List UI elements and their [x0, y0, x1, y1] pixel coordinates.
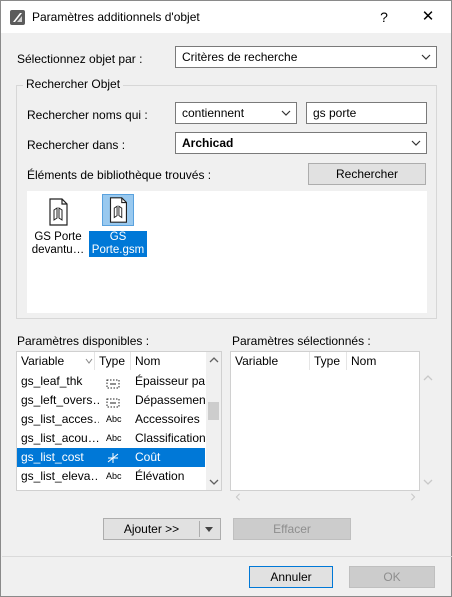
found-item-gs-porte-gsm[interactable]: GS Porte.gsm [89, 194, 147, 258]
search-in-label: Rechercher dans : [27, 138, 126, 152]
match-mode-value: contiennent [182, 106, 245, 120]
scroll-up-arrow-icon[interactable] [209, 356, 219, 364]
found-item-gs-porte-devanture[interactable]: GS Porte devantu… [29, 196, 87, 258]
selected-params-list[interactable]: Variable Type Nom [230, 351, 420, 491]
row-name: Élévation [135, 469, 185, 483]
found-items-panel[interactable]: GS Porte devantu… GS Porte.gsm [27, 191, 427, 313]
search-names-label: Rechercher noms qui : [27, 108, 148, 122]
door-object-icon [102, 194, 134, 226]
column-header-variable[interactable]: Variable [231, 352, 310, 370]
close-button[interactable]: ✕ [416, 7, 440, 27]
title-bar[interactable]: Paramètres additionnels d'objet ? ✕ [1, 1, 451, 33]
footer-divider [2, 556, 452, 557]
available-params-list[interactable]: Variable Type Nom gs_leaf_thk Épaisseur … [16, 351, 222, 491]
scroll-left-arrow-icon[interactable] [233, 493, 243, 501]
search-location-dropdown[interactable]: Archicad [175, 132, 427, 154]
column-header-type[interactable]: Type [95, 352, 131, 370]
row-name: Dépassemen… [135, 393, 205, 407]
row-name: Classification. [135, 431, 205, 445]
table-row[interactable]: gs_list_acces… Abc Accessoires [17, 410, 205, 429]
table-row[interactable]: gs_list_acou… Abc Classification. [17, 429, 205, 448]
found-item-line2: devantu… [31, 244, 85, 256]
chevron-down-icon [411, 140, 421, 146]
table-row[interactable]: gs_leaf_thk Épaisseur pa… [17, 372, 205, 391]
row-variable: gs_list_eleva… [21, 469, 99, 483]
column-header-name[interactable]: Nom [347, 352, 419, 370]
dialog-window: Paramètres additionnels d'objet ? ✕ Séle… [0, 0, 452, 597]
row-name: Accessoires [135, 412, 200, 426]
scroll-up-arrow-icon[interactable] [423, 374, 433, 382]
row-variable: gs_list_acou… [21, 431, 99, 445]
row-name: Coût [135, 450, 161, 464]
add-split-button[interactable]: Ajouter >> [103, 518, 221, 540]
table-row[interactable]: gs_left_overs… Dépassemen… [17, 391, 205, 410]
table-row[interactable]: gs_list_eleva… Abc Élévation [17, 467, 205, 486]
column-label: Variable [21, 354, 65, 368]
select-by-dropdown[interactable]: Critères de recherche [175, 46, 437, 68]
scroll-down-arrow-icon[interactable] [209, 478, 219, 486]
search-query-value: gs porte [313, 106, 357, 120]
search-group-title: Rechercher Objet [23, 77, 124, 91]
row-type: Abc [106, 433, 122, 443]
select-by-value: Critères de recherche [182, 50, 298, 64]
search-button[interactable]: Rechercher [308, 163, 426, 185]
search-location-value: Archicad [182, 136, 234, 150]
column-header-variable[interactable]: Variable [17, 352, 95, 370]
row-type: Abc [106, 414, 122, 424]
row-variable: gs_list_acces… [21, 412, 99, 426]
window-title: Paramètres additionnels d'objet [32, 10, 200, 24]
selected-params-label: Paramètres sélectionnés : [232, 334, 371, 348]
found-item-caption: GS Porte devantu… [29, 231, 87, 257]
add-button[interactable]: Ajouter >> [104, 519, 199, 539]
found-item-line1: GS Porte [34, 231, 82, 243]
available-params-label: Paramètres disponibles : [17, 334, 150, 348]
door-object-icon [42, 196, 74, 228]
help-button[interactable]: ? [373, 7, 395, 27]
split-separator [199, 521, 200, 537]
found-item-caption: GS Porte.gsm [89, 231, 147, 257]
row-name: Épaisseur pa… [135, 374, 205, 388]
cancel-button[interactable]: Annuler [249, 566, 333, 588]
row-type: Abc [106, 471, 122, 481]
table-row-selected[interactable]: gs_list_cost Coût [17, 448, 205, 467]
select-by-label: Sélectionnez objet par : [17, 52, 143, 66]
archicad-app-icon [10, 10, 25, 25]
search-query-input[interactable]: gs porte [306, 102, 427, 124]
scroll-thumb[interactable] [208, 402, 219, 420]
clear-button[interactable]: Effacer [233, 518, 351, 540]
selected-list-hscrollbar[interactable] [230, 491, 420, 503]
match-mode-dropdown[interactable]: contiennent [175, 102, 297, 124]
scroll-down-arrow-icon[interactable] [423, 478, 433, 486]
found-items-label: Éléments de bibliothèque trouvés : [27, 168, 212, 182]
found-item-line2: Porte.gsm [91, 244, 145, 256]
column-header-type[interactable]: Type [310, 352, 347, 370]
row-variable: gs_list_cost [21, 450, 84, 464]
available-list-scrollbar[interactable] [206, 352, 221, 490]
row-variable: gs_leaf_thk [21, 374, 83, 388]
sort-chevron-icon [85, 358, 93, 364]
scroll-right-arrow-icon[interactable] [408, 493, 418, 501]
dropdown-arrow-icon[interactable] [203, 525, 215, 533]
found-item-line1: GS [109, 231, 127, 243]
column-header-name[interactable]: Nom [131, 352, 205, 370]
selected-list-scrollbar[interactable] [420, 352, 435, 490]
chevron-down-icon [421, 54, 431, 60]
chevron-down-icon [281, 110, 291, 116]
ok-button[interactable]: OK [349, 566, 435, 588]
row-variable: gs_left_overs… [21, 393, 99, 407]
